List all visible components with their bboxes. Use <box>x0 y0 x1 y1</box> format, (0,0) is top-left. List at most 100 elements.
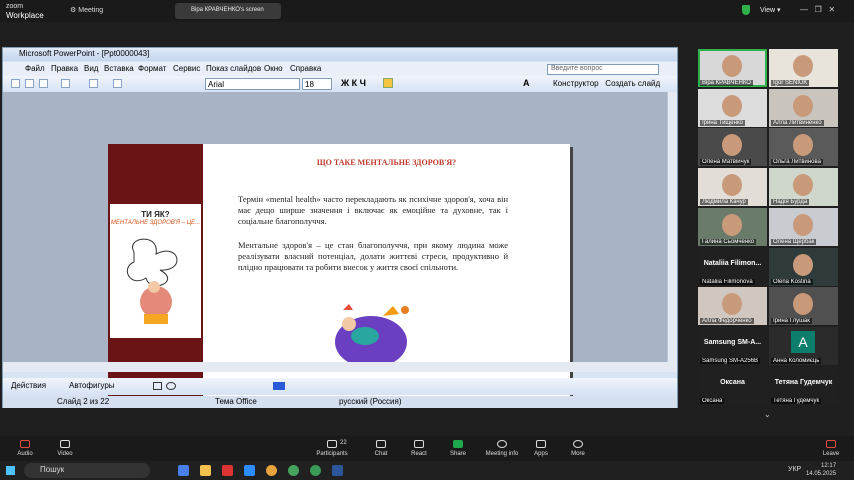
gallery-down-chevron-icon[interactable]: ⌄ <box>764 410 771 419</box>
menu-slideshow[interactable]: Показ слайдов <box>206 64 261 73</box>
participant-tile[interactable]: Людмила Качур <box>698 168 767 207</box>
participant-tile[interactable]: Ірина Глушак <box>769 287 838 326</box>
line-color-icon[interactable] <box>273 382 285 390</box>
actions-menu[interactable]: Действия <box>11 381 46 390</box>
windows-start-icon[interactable] <box>6 466 15 475</box>
menu-format[interactable]: Формат <box>138 64 166 73</box>
participant-tile[interactable]: Алла Федорченко <box>698 287 767 326</box>
participant-tile[interactable]: Віра КРАВЧЕНКО <box>698 49 767 87</box>
leave-button[interactable]: Leave <box>806 440 854 457</box>
cover-image: ТИ ЯК? МЕНТАЛЬНЕ ЗДОРОВ'Я – ЦЕ... <box>110 204 201 338</box>
camera-icon <box>60 440 70 448</box>
table-icon[interactable] <box>113 79 122 88</box>
share-screen-pill[interactable]: Віра КРАВЧЕНКО's screen <box>175 3 281 19</box>
question-input[interactable]: Введите вопрос <box>547 64 659 75</box>
new-icon[interactable] <box>11 79 20 88</box>
clock[interactable]: 12:17 14.05.2025 <box>806 462 836 478</box>
menu-file[interactable]: Файл <box>25 64 45 73</box>
design-buttons[interactable]: Конструктор Создать слайд <box>553 79 660 88</box>
slide-editing-area[interactable]: ТИ ЯК? МЕНТАЛЬНЕ ЗДОРОВ'Я – ЦЕ... ЩО ТАК… <box>3 92 667 402</box>
more-button[interactable]: More <box>553 440 603 457</box>
align-left-icon[interactable] <box>383 78 393 88</box>
view-button[interactable]: View ▾ <box>760 6 781 14</box>
cover-title: ТИ ЯК? <box>141 210 170 219</box>
word-icon[interactable] <box>332 465 343 476</box>
participant-tile[interactable]: Ірина Тищенко <box>698 88 767 127</box>
security-shield-icon[interactable] <box>742 5 750 15</box>
participant-big-name: Оксана <box>720 378 745 386</box>
participant-name: Samsung SM-A256B <box>700 357 761 364</box>
avatar: A <box>791 330 815 353</box>
participant-tile[interactable]: Галина Сьомченко <box>698 207 767 246</box>
menu-insert[interactable]: Вставка <box>104 64 134 73</box>
input-language[interactable]: УКР <box>788 466 801 473</box>
horizontal-scrollbar[interactable] <box>3 362 677 372</box>
participant-tile[interactable]: Олена Щербак <box>769 207 838 246</box>
taskbar-search[interactable]: Пошук <box>24 463 150 478</box>
participants-count: 22 <box>340 440 347 446</box>
copilot-icon[interactable] <box>178 465 189 476</box>
menu-help[interactable]: Справка <box>290 64 321 73</box>
participant-video <box>793 253 813 276</box>
participant-name: Алла Литвиненко <box>771 119 824 126</box>
font-color-icon[interactable]: A <box>523 78 530 88</box>
share-icon <box>453 440 463 448</box>
participant-name: Олена Щербак <box>771 238 817 245</box>
participant-big-name: Samsung SM-A... <box>703 338 762 346</box>
participant-big-name: Nataliia Filimon... <box>703 259 762 267</box>
participant-tile[interactable]: Оксана Оксана <box>698 366 767 405</box>
menu-window[interactable]: Окно <box>264 64 283 73</box>
print-icon[interactable] <box>61 79 70 88</box>
status-bar: Слайд 2 из 22 Тема Office русский (Росси… <box>3 396 677 408</box>
info-icon <box>497 440 507 448</box>
rectangle-icon[interactable] <box>153 382 162 390</box>
drawing-toolbar: Действия Автофигуры <box>3 378 677 395</box>
chrome-profile-icon[interactable] <box>288 465 299 476</box>
participant-video <box>793 293 813 316</box>
font-name-select[interactable]: Arial <box>205 78 300 90</box>
chrome-alt-icon[interactable] <box>310 465 321 476</box>
participant-tile[interactable]: Igor SENIUK <box>769 49 838 87</box>
powerpoint-window: Microsoft PowerPoint - [Ppt0000043] Файл… <box>2 47 678 408</box>
participant-tile[interactable]: Надія Бурда <box>769 168 838 207</box>
participant-name: Людмила Качур <box>700 199 748 206</box>
share-button[interactable]: Share <box>433 440 483 457</box>
participant-video <box>793 55 813 77</box>
vertical-scrollbar[interactable] <box>667 92 677 362</box>
autoshapes-menu[interactable]: Автофигуры <box>69 381 115 390</box>
participant-tile[interactable]: Алла Литвиненко <box>769 88 838 127</box>
bold-italic-underline[interactable]: Ж К Ч <box>341 78 366 88</box>
participant-tile[interactable]: A Анна Коломиєць <box>769 326 838 365</box>
participant-name: Олена Матвійчук <box>700 159 752 166</box>
save-icon[interactable] <box>39 79 48 88</box>
participant-tile[interactable]: Олена Матвійчук <box>698 128 767 167</box>
chrome-icon[interactable] <box>266 465 277 476</box>
participant-tile[interactable]: Samsung SM-A... Samsung SM-A256B <box>698 326 767 365</box>
participants-button[interactable]: Participants <box>307 440 357 457</box>
undo-icon[interactable] <box>89 79 98 88</box>
participant-tile[interactable]: Nataliia Filimon... Nataliia Filimonova <box>698 247 767 286</box>
menu-service[interactable]: Сервис <box>173 64 200 73</box>
participant-name: Віра КРАВЧЕНКО <box>700 80 753 86</box>
open-icon[interactable] <box>25 79 34 88</box>
font-size-select[interactable]: 18 <box>302 78 332 90</box>
participant-tile[interactable]: Тетяна Гудемчук Тетяна Гудемчук <box>769 366 838 405</box>
meeting-label[interactable]: ⚙ Meeting <box>70 6 103 14</box>
slide-paragraph-2: Ментальне здоров'я – це стан благополучч… <box>238 240 508 272</box>
windows-taskbar: Пошук УКР 12:17 14.05.2025 <box>0 461 854 480</box>
zoom-app-icon[interactable] <box>244 465 255 476</box>
menu-view[interactable]: Вид <box>84 64 98 73</box>
participant-video <box>793 134 813 157</box>
participant-tile[interactable]: Olena Kostina <box>769 247 838 286</box>
menu-edit[interactable]: Правка <box>51 64 78 73</box>
slide-title: ЩО ТАКЕ МЕНТАЛЬНЕ ЗДОРОВ'Я? <box>316 158 457 167</box>
chat-icon <box>376 440 386 448</box>
opera-icon[interactable] <box>222 465 233 476</box>
people-icon <box>327 440 337 448</box>
file-explorer-icon[interactable] <box>200 465 211 476</box>
window-controls[interactable]: — ❐ ✕ <box>800 5 835 14</box>
participant-name: Ірина Глушак <box>771 318 812 325</box>
oval-icon[interactable] <box>166 382 176 390</box>
video-button[interactable]: Video <box>40 440 90 457</box>
participant-tile[interactable]: Ольга Литвинова <box>769 128 838 167</box>
